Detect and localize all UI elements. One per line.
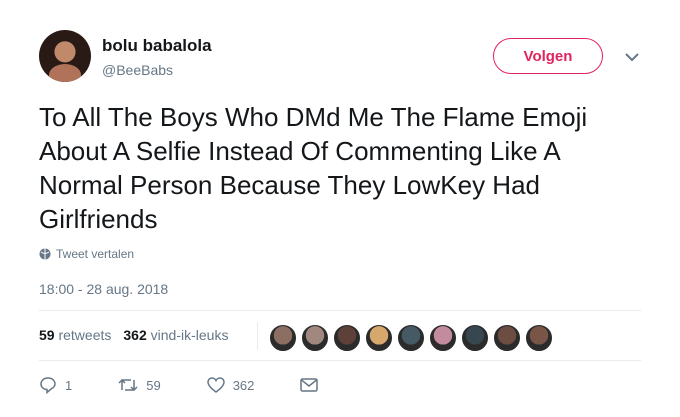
- avatar[interactable]: [39, 30, 91, 82]
- liker-avatar[interactable]: [396, 323, 426, 353]
- tweet-timestamp[interactable]: 18:00 - 28 aug. 2018: [39, 281, 168, 297]
- liker-avatar[interactable]: [332, 323, 362, 353]
- action-bar: 1 59 362: [39, 376, 364, 394]
- reply-count: 1: [65, 377, 73, 393]
- like-count: 362: [232, 377, 255, 393]
- user-name[interactable]: bolu babalola: [102, 36, 212, 56]
- liker-avatar[interactable]: [492, 323, 522, 353]
- user-handle[interactable]: @BeeBabs: [102, 62, 173, 78]
- liker-avatars[interactable]: [268, 323, 556, 353]
- follow-button[interactable]: Volgen: [493, 38, 603, 74]
- direct-message-button[interactable]: [300, 377, 319, 393]
- retweet-icon: [118, 378, 138, 392]
- liker-avatar[interactable]: [460, 323, 490, 353]
- tweet-text: To All The Boys Who DMd Me The Flame Emo…: [39, 102, 588, 234]
- likes-stat[interactable]: 362 vind-ik-leuks: [123, 327, 228, 343]
- liker-avatar[interactable]: [364, 323, 394, 353]
- retweet-count: 59: [146, 377, 161, 393]
- like-button[interactable]: 362: [206, 376, 255, 394]
- divider: [257, 322, 258, 350]
- retweets-stat[interactable]: 59 retweets: [39, 327, 111, 343]
- globe-icon: [39, 248, 51, 260]
- translate-label[interactable]: Tweet vertalen: [56, 247, 134, 261]
- liker-avatar[interactable]: [300, 323, 330, 353]
- liker-avatar[interactable]: [524, 323, 554, 353]
- retweet-button[interactable]: 59: [118, 376, 161, 394]
- divider: [39, 360, 641, 361]
- mail-icon: [300, 378, 319, 392]
- chevron-down-icon[interactable]: [623, 48, 641, 66]
- liker-avatar[interactable]: [428, 323, 458, 353]
- liker-avatar[interactable]: [268, 323, 298, 353]
- reply-icon: [40, 377, 56, 394]
- divider: [39, 310, 641, 311]
- tweet-stats: 59 retweets 362 vind-ik-leuks: [39, 327, 228, 343]
- translate-link[interactable]: Tweet vertalen: [39, 247, 134, 261]
- reply-button[interactable]: 1: [39, 376, 72, 394]
- heart-icon: [206, 377, 225, 393]
